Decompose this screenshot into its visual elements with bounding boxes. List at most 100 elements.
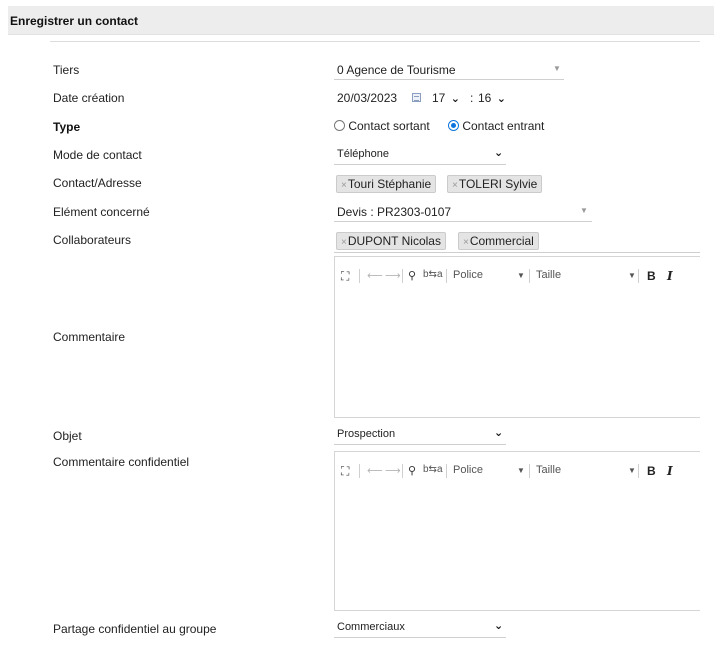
- tag-label: TOLERI Sylvie: [458, 177, 538, 191]
- size-select-label: Taille: [536, 269, 562, 281]
- minute-select[interactable]: 16 ⌄: [478, 91, 506, 105]
- chevron-down-icon: ⌄: [494, 427, 504, 439]
- caret-down-icon: ▼: [628, 271, 636, 280]
- radio-checked-icon: [448, 120, 459, 131]
- find-icon[interactable]: ⚲: [408, 269, 416, 282]
- caret-down-icon: ▼: [517, 466, 525, 475]
- caret-down-icon: ▼: [553, 64, 561, 73]
- toolbar-divider: [446, 269, 447, 283]
- size-select-label: Taille: [536, 464, 562, 476]
- hour-select[interactable]: 17 ⌄: [432, 91, 460, 105]
- partage-groupe-value: Commerciaux: [337, 621, 405, 633]
- time-separator: :: [470, 91, 474, 105]
- toolbar-divider: [638, 269, 639, 283]
- toolbar-divider: [529, 269, 530, 283]
- commentaire-confidentiel-editor[interactable]: ⛶ ⟵ ⟶ ⚲ b⇆a Police ▼ Taille ▼ B I: [334, 451, 700, 611]
- replace-icon[interactable]: b⇆a: [423, 464, 443, 475]
- date-input[interactable]: 20/03/2023: [337, 91, 397, 105]
- size-select[interactable]: Taille: [536, 464, 561, 476]
- label-objet: Objet: [53, 429, 82, 443]
- toolbar-divider: [529, 464, 530, 478]
- maximize-icon[interactable]: ⛶: [341, 269, 349, 284]
- label-commentaire-confidentiel: Commentaire confidentiel: [53, 455, 190, 469]
- tag-collaborateur-1[interactable]: ×DUPONT Nicolas: [336, 232, 446, 250]
- editor-toolbar: ⛶ ⟵ ⟶ ⚲ b⇆a Police ▼ Taille ▼ B I: [335, 452, 700, 490]
- chevron-down-icon: ⌄: [494, 620, 504, 632]
- font-select-label: Police: [453, 464, 483, 476]
- remove-tag-icon[interactable]: ×: [341, 237, 347, 248]
- partage-groupe-select[interactable]: Commerciaux ⌄: [334, 618, 506, 638]
- header-divider: [50, 41, 700, 42]
- toolbar-divider: [402, 269, 403, 283]
- italic-button[interactable]: I: [667, 464, 673, 478]
- radio-contact-entrant[interactable]: Contact entrant: [448, 119, 544, 133]
- element-concerne-select[interactable]: Devis : PR2303-0107 ▼: [334, 202, 592, 222]
- chevron-down-icon: ⌄: [494, 147, 504, 159]
- tiers-value: 0 Agence de Tourisme: [337, 63, 456, 77]
- form-header: Enregistrer un contact: [8, 6, 714, 35]
- hour-value: 17: [432, 91, 446, 105]
- bold-button[interactable]: B: [647, 269, 656, 283]
- label-partage-groupe: Partage confidentiel au groupe: [53, 622, 217, 636]
- toolbar-divider: [446, 464, 447, 478]
- caret-down-icon: ▼: [517, 271, 525, 280]
- radio-icon: [334, 120, 345, 131]
- label-collaborateurs: Collaborateurs: [53, 233, 132, 247]
- caret-down-icon: ▼: [580, 206, 588, 215]
- label-tiers: Tiers: [53, 63, 80, 77]
- objet-value: Prospection: [337, 428, 396, 440]
- font-select[interactable]: Police: [453, 269, 483, 281]
- chevron-down-icon: ⌄: [450, 93, 460, 105]
- remove-tag-icon[interactable]: ×: [341, 180, 347, 191]
- redo-icon[interactable]: ⟶: [385, 464, 401, 477]
- chevron-down-icon: ⌄: [496, 93, 506, 105]
- minute-value: 16: [478, 91, 492, 105]
- undo-icon[interactable]: ⟵: [367, 464, 383, 477]
- toolbar-divider: [359, 464, 360, 478]
- mode-contact-value: Téléphone: [337, 148, 389, 160]
- caret-down-icon: ▼: [628, 466, 636, 475]
- radio-contact-sortant[interactable]: Contact sortant: [334, 119, 430, 133]
- tag-contact-2[interactable]: ×TOLERI Sylvie: [447, 175, 543, 193]
- font-select-label: Police: [453, 269, 483, 281]
- toolbar-divider: [402, 464, 403, 478]
- contact-adresse-multiselect[interactable]: ×Touri Stéphanie ×TOLERI Sylvie: [334, 173, 700, 195]
- radio-label-entrant: Contact entrant: [462, 119, 545, 133]
- tag-label: Commercial: [469, 234, 534, 248]
- commentaire-editor[interactable]: ⛶ ⟵ ⟶ ⚲ b⇆a Police ▼ Taille ▼ B I: [334, 256, 700, 418]
- date-creation-group: 20/03/2023 17 ⌄ : 16 ⌄: [334, 88, 594, 108]
- italic-button[interactable]: I: [667, 269, 673, 283]
- label-commentaire: Commentaire: [53, 330, 126, 344]
- font-select[interactable]: Police: [453, 464, 483, 476]
- objet-select[interactable]: Prospection ⌄: [334, 425, 506, 445]
- type-radio-group: Contact sortant Contact entrant: [334, 119, 594, 137]
- tiers-select[interactable]: 0 Agence de Tourisme ▼: [334, 60, 564, 80]
- mode-contact-select[interactable]: Téléphone ⌄: [334, 145, 506, 165]
- tag-collaborateur-2[interactable]: ×Commercial: [458, 232, 539, 250]
- label-element-concerne: Elément concerné: [53, 205, 150, 219]
- radio-label-sortant: Contact sortant: [348, 119, 430, 133]
- bold-button[interactable]: B: [647, 464, 656, 478]
- remove-tag-icon[interactable]: ×: [463, 237, 469, 248]
- label-date-creation: Date création: [53, 91, 125, 105]
- tag-contact-1[interactable]: ×Touri Stéphanie: [336, 175, 437, 193]
- collaborateurs-multiselect[interactable]: ×DUPONT Nicolas ×Commercial: [334, 230, 700, 253]
- remove-tag-icon[interactable]: ×: [452, 180, 458, 191]
- tag-label: DUPONT Nicolas: [347, 234, 441, 248]
- redo-icon[interactable]: ⟶: [385, 269, 401, 282]
- label-type: Type: [53, 120, 81, 134]
- editor-toolbar: ⛶ ⟵ ⟶ ⚲ b⇆a Police ▼ Taille ▼ B I: [335, 257, 700, 295]
- tag-label: Touri Stéphanie: [347, 177, 432, 191]
- calendar-icon[interactable]: [412, 93, 421, 102]
- undo-icon[interactable]: ⟵: [367, 269, 383, 282]
- toolbar-divider: [359, 269, 360, 283]
- label-mode-contact: Mode de contact: [53, 148, 142, 162]
- replace-icon[interactable]: b⇆a: [423, 269, 443, 280]
- find-icon[interactable]: ⚲: [408, 464, 416, 477]
- element-concerne-value: Devis : PR2303-0107: [337, 205, 452, 219]
- label-contact-adresse: Contact/Adresse: [53, 176, 142, 190]
- size-select[interactable]: Taille: [536, 269, 561, 281]
- toolbar-divider: [638, 464, 639, 478]
- form-title: Enregistrer un contact: [10, 14, 139, 28]
- maximize-icon[interactable]: ⛶: [341, 464, 349, 479]
